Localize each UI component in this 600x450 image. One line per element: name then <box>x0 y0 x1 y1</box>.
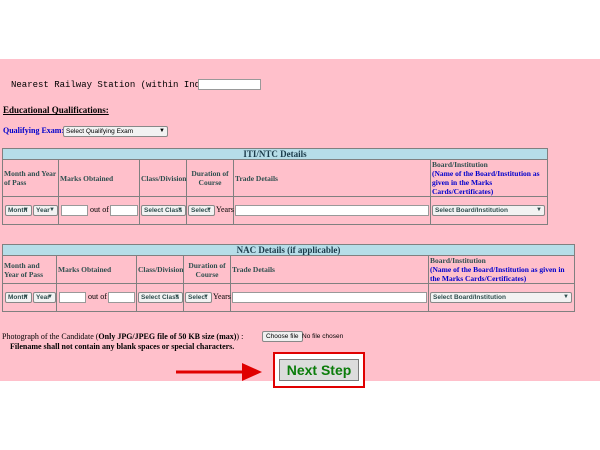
iti-header-board-title: Board/Institution <box>432 160 488 169</box>
chevron-down-icon: ▼ <box>536 207 542 213</box>
nac-board-select[interactable]: Select Board/Institution ▼ <box>430 292 572 303</box>
iti-header-duration: Duration of Course <box>186 159 234 197</box>
filename-note: Filename shall not contain any blank spa… <box>10 342 235 351</box>
iti-cell-board: Select Board/Institution ▼ <box>429 196 549 225</box>
nac-cell-marks: out of <box>56 283 137 312</box>
iti-out-of-label: out of <box>90 205 109 214</box>
chevron-down-icon: ▼ <box>49 207 55 213</box>
railway-station-input[interactable] <box>198 79 261 90</box>
nac-class-select[interactable]: Select Class ▼ <box>138 292 183 303</box>
chevron-down-icon: ▼ <box>174 294 180 300</box>
chevron-down-icon: ▼ <box>206 207 212 213</box>
iti-header-month-year: Month and Year of Pass <box>2 159 59 197</box>
nac-header-board: Board/Institution (Name of the Board/Ins… <box>427 255 576 284</box>
iti-header-board: Board/Institution (Name of the Board/Ins… <box>429 159 549 197</box>
iti-class-select[interactable]: Select Class ▼ <box>141 205 186 216</box>
iti-cell-month-year: Month ▼ Year ▼ <box>2 196 59 225</box>
nac-cell-duration: Select ▼ Years <box>183 283 231 312</box>
nac-trade-details-input[interactable] <box>232 292 427 303</box>
nac-table: NAC Details (if applicable) Month and Ye… <box>1 244 576 312</box>
iti-cell-duration: Select ▼ Years <box>186 196 234 225</box>
iti-header-board-sub: (Name of the Board/Institution as given … <box>432 169 540 196</box>
nac-marks-obtained-input[interactable] <box>59 292 86 303</box>
educational-qualifications-heading: Educational Qualifications: <box>3 105 109 115</box>
iti-years-label: Years <box>216 205 234 214</box>
next-step-highlight: Next Step <box>273 352 365 388</box>
nac-header-board-title: Board/Institution <box>430 256 486 265</box>
nac-cell-class: Select Class ▼ <box>136 283 184 312</box>
chevron-down-icon: ▼ <box>159 128 165 134</box>
arrow-right-icon <box>176 363 262 381</box>
iti-marks-total-input[interactable] <box>110 205 138 216</box>
nac-header-duration: Duration of Course <box>183 255 231 284</box>
nac-cell-board: Select Board/Institution ▼ <box>427 283 576 312</box>
iti-cell-marks: out of <box>58 196 140 225</box>
nac-duration-select[interactable]: Select ▼ <box>185 292 212 303</box>
chevron-down-icon: ▼ <box>23 294 29 300</box>
iti-year-select[interactable]: Year ▼ <box>33 205 58 216</box>
nac-header-marks: Marks Obtained <box>56 255 137 284</box>
iti-cell-class: Select Class ▼ <box>139 196 187 225</box>
iti-ntc-table: ITI/NTC Details Month and Year of Pass M… <box>1 148 549 225</box>
nac-marks-total-input[interactable] <box>108 292 135 303</box>
iti-cell-trade <box>233 196 431 225</box>
chevron-down-icon: ▼ <box>563 294 569 300</box>
iti-marks-obtained-input[interactable] <box>61 205 88 216</box>
nac-header-board-sub: (Name of the Board/Institution as given … <box>430 265 565 283</box>
nac-title: NAC Details (if applicable) <box>1 244 576 256</box>
chevron-down-icon: ▼ <box>203 294 209 300</box>
iti-duration-select[interactable]: Select ▼ <box>188 205 215 216</box>
iti-month-select[interactable]: Month ▼ <box>5 205 32 216</box>
chevron-down-icon: ▼ <box>23 207 29 213</box>
iti-board-select[interactable]: Select Board/Institution ▼ <box>432 205 545 216</box>
railway-station-label: Nearest Railway Station (within India) <box>11 80 217 90</box>
nac-cell-month-year: Month ▼ Year ▼ <box>2 283 57 312</box>
iti-header-class: Class/Division <box>139 159 187 197</box>
chevron-down-icon: ▼ <box>177 207 183 213</box>
next-step-button[interactable]: Next Step <box>279 359 359 381</box>
nac-header-class: Class/Division <box>136 255 184 284</box>
nac-header-month-year: Month and Year of Pass <box>2 255 57 284</box>
nac-cell-trade <box>230 283 429 312</box>
nac-year-select[interactable]: Year ▼ <box>33 292 56 303</box>
choose-file-button[interactable]: Choose file <box>262 331 303 342</box>
chevron-down-icon: ▼ <box>47 294 53 300</box>
photo-label: Photograph of the Candidate (Only JPG/JP… <box>2 332 244 341</box>
iti-header-marks: Marks Obtained <box>58 159 140 197</box>
nac-header-trade: Trade Details <box>230 255 429 284</box>
qualifying-exam-select[interactable]: Select Qualifying Exam ▼ <box>63 126 168 137</box>
nac-month-select[interactable]: Month ▼ <box>5 292 32 303</box>
iti-ntc-title: ITI/NTC Details <box>1 148 549 160</box>
iti-trade-details-input[interactable] <box>235 205 429 216</box>
iti-header-trade: Trade Details <box>233 159 431 197</box>
nac-out-of-label: out of <box>88 292 107 301</box>
no-file-chosen-text: No file chosen <box>302 333 344 340</box>
qualifying-exam-label: Qualifying Exam: <box>3 126 65 135</box>
nac-years-label: Years <box>213 292 231 301</box>
